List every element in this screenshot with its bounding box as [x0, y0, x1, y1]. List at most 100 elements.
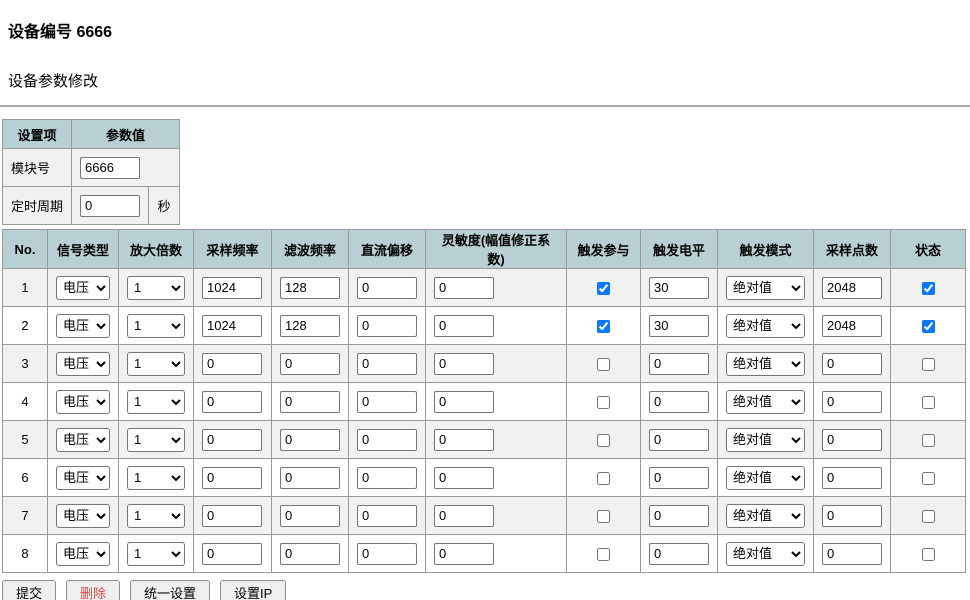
sensitivity-input[interactable]: [434, 391, 494, 413]
sample-rate-input[interactable]: [202, 353, 262, 375]
filter-freq-input[interactable]: [280, 391, 340, 413]
dc-offset-input[interactable]: [357, 353, 417, 375]
signal-type-select[interactable]: 电压: [56, 314, 110, 338]
cell: 电压: [48, 497, 119, 535]
signal-type-select[interactable]: 电压: [56, 504, 110, 528]
module-number-input[interactable]: [80, 157, 140, 179]
filter-freq-input[interactable]: [280, 543, 340, 565]
signal-type-select[interactable]: 电压: [56, 466, 110, 490]
sample-rate-input[interactable]: [202, 467, 262, 489]
signal-type-select[interactable]: 电压: [56, 276, 110, 300]
sample-points-input[interactable]: [822, 429, 882, 451]
trigger-enabled-checkbox[interactable]: [597, 510, 610, 523]
status-checkbox[interactable]: [922, 434, 935, 447]
sensitivity-input[interactable]: [434, 353, 494, 375]
dc-offset-input[interactable]: [357, 543, 417, 565]
trigger-mode-select[interactable]: 绝对值: [726, 504, 805, 528]
row-number-cell: 8: [3, 535, 48, 573]
set-ip-button[interactable]: 设置IP: [220, 580, 286, 600]
sample-points-input[interactable]: [822, 391, 882, 413]
dc-offset-input[interactable]: [357, 391, 417, 413]
dc-offset-input[interactable]: [357, 315, 417, 337]
status-checkbox[interactable]: [922, 282, 935, 295]
trigger-mode-select[interactable]: 绝对值: [726, 466, 805, 490]
dc-offset-input[interactable]: [357, 505, 417, 527]
trigger-level-input[interactable]: [649, 543, 709, 565]
trigger-level-input[interactable]: [649, 315, 709, 337]
dc-offset-input[interactable]: [357, 277, 417, 299]
trigger-enabled-checkbox[interactable]: [597, 320, 610, 333]
cell: [814, 345, 891, 383]
filter-freq-input[interactable]: [280, 315, 340, 337]
cell: 1: [119, 535, 194, 573]
signal-type-select[interactable]: 电压: [56, 352, 110, 376]
trigger-enabled-checkbox[interactable]: [597, 396, 610, 409]
filter-freq-input[interactable]: [280, 429, 340, 451]
sensitivity-input[interactable]: [434, 505, 494, 527]
sample-rate-input[interactable]: [202, 315, 262, 337]
dc-offset-input[interactable]: [357, 467, 417, 489]
trigger-mode-select[interactable]: 绝对值: [726, 390, 805, 414]
filter-freq-input[interactable]: [280, 277, 340, 299]
trigger-enabled-checkbox[interactable]: [597, 472, 610, 485]
trigger-enabled-checkbox[interactable]: [597, 358, 610, 371]
trigger-enabled-checkbox[interactable]: [597, 282, 610, 295]
trigger-level-input[interactable]: [649, 505, 709, 527]
status-checkbox[interactable]: [922, 358, 935, 371]
status-checkbox[interactable]: [922, 510, 935, 523]
sample-points-input[interactable]: [822, 315, 882, 337]
batch-set-button[interactable]: 统一设置: [130, 580, 210, 600]
timer-period-input[interactable]: [80, 195, 140, 217]
trigger-level-input[interactable]: [649, 467, 709, 489]
trigger-level-input[interactable]: [649, 429, 709, 451]
sample-rate-input[interactable]: [202, 543, 262, 565]
signal-type-select[interactable]: 电压: [56, 428, 110, 452]
cell: 绝对值: [718, 307, 814, 345]
gain-select[interactable]: 1: [127, 542, 185, 566]
filter-freq-input[interactable]: [280, 505, 340, 527]
trigger-mode-select[interactable]: 绝对值: [726, 428, 805, 452]
sample-rate-input[interactable]: [202, 505, 262, 527]
gain-select[interactable]: 1: [127, 352, 185, 376]
trigger-enabled-checkbox[interactable]: [597, 548, 610, 561]
trigger-level-input[interactable]: [649, 277, 709, 299]
gain-select[interactable]: 1: [127, 390, 185, 414]
trigger-level-input[interactable]: [649, 391, 709, 413]
sensitivity-input[interactable]: [434, 277, 494, 299]
cell: [891, 459, 966, 497]
sample-points-input[interactable]: [822, 505, 882, 527]
trigger-mode-select[interactable]: 绝对值: [726, 542, 805, 566]
sample-points-input[interactable]: [822, 277, 882, 299]
sample-points-input[interactable]: [822, 353, 882, 375]
sensitivity-input[interactable]: [434, 543, 494, 565]
gain-select[interactable]: 1: [127, 276, 185, 300]
delete-button[interactable]: 删除: [66, 580, 120, 600]
sample-points-input[interactable]: [822, 543, 882, 565]
status-checkbox[interactable]: [922, 396, 935, 409]
gain-select[interactable]: 1: [127, 466, 185, 490]
sensitivity-input[interactable]: [434, 429, 494, 451]
trigger-mode-select[interactable]: 绝对值: [726, 314, 805, 338]
status-checkbox[interactable]: [922, 320, 935, 333]
sample-rate-input[interactable]: [202, 277, 262, 299]
gain-select[interactable]: 1: [127, 428, 185, 452]
sample-points-input[interactable]: [822, 467, 882, 489]
status-checkbox[interactable]: [922, 548, 935, 561]
gain-select[interactable]: 1: [127, 504, 185, 528]
trigger-mode-select[interactable]: 绝对值: [726, 276, 805, 300]
signal-type-select[interactable]: 电压: [56, 390, 110, 414]
dc-offset-input[interactable]: [357, 429, 417, 451]
filter-freq-input[interactable]: [280, 467, 340, 489]
signal-type-select[interactable]: 电压: [56, 542, 110, 566]
sample-rate-input[interactable]: [202, 391, 262, 413]
trigger-mode-select[interactable]: 绝对值: [726, 352, 805, 376]
gain-select[interactable]: 1: [127, 314, 185, 338]
submit-button[interactable]: 提交: [2, 580, 56, 600]
sensitivity-input[interactable]: [434, 315, 494, 337]
trigger-enabled-checkbox[interactable]: [597, 434, 610, 447]
sample-rate-input[interactable]: [202, 429, 262, 451]
status-checkbox[interactable]: [922, 472, 935, 485]
trigger-level-input[interactable]: [649, 353, 709, 375]
filter-freq-input[interactable]: [280, 353, 340, 375]
sensitivity-input[interactable]: [434, 467, 494, 489]
